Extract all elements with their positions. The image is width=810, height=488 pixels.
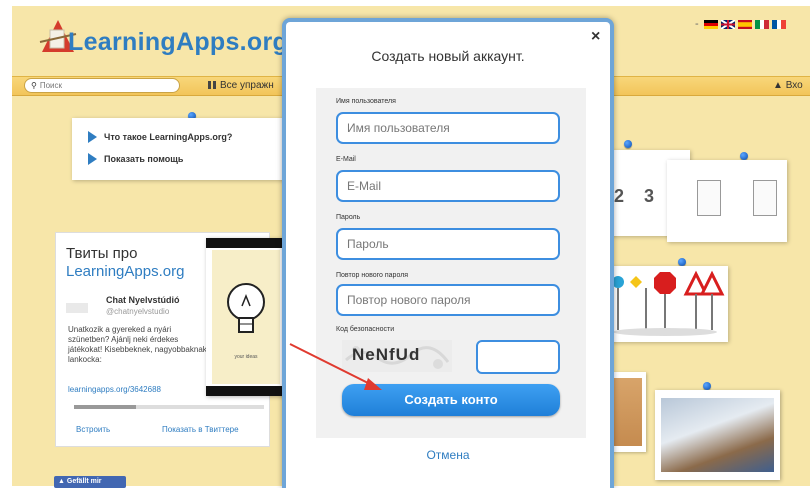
flag-uk-icon[interactable] <box>720 19 735 29</box>
document-icon <box>697 180 721 216</box>
facebook-like-label: Gefällt mir <box>66 478 102 485</box>
thumbs-up-icon: ▲ <box>58 478 65 485</box>
avatar[interactable] <box>66 303 88 313</box>
language-selector[interactable]: - <box>695 18 786 30</box>
nav-login-label: Вхо <box>785 80 803 91</box>
tweets-scrollbar[interactable] <box>74 405 264 409</box>
tweet-text: Unatkozik a gyereked a nyári szünetben? … <box>68 325 207 364</box>
email-label: E-Mail <box>336 156 356 163</box>
logo-text[interactable]: LearningApps.org <box>68 28 288 57</box>
captcha-label: Код безопасности <box>336 326 395 333</box>
play-icon <box>88 131 97 143</box>
show-on-twitter-link[interactable]: Показать в Твиттере <box>162 425 239 434</box>
tweet-author-handle[interactable]: @chatnyelvstudio <box>106 307 169 316</box>
nav-all-exercises-label: Все упражн <box>220 80 274 91</box>
username-label: Имя пользователя <box>336 98 396 105</box>
flag-fr-icon[interactable] <box>771 19 786 29</box>
password-label: Пароль <box>336 214 361 221</box>
close-button[interactable]: × <box>591 28 600 46</box>
app-card-documents[interactable] <box>667 160 787 242</box>
tweets-scrollbar-thumb[interactable] <box>74 405 136 409</box>
traffic-signs-icon <box>612 270 725 336</box>
red-arrow-icon <box>289 343 382 390</box>
tweet-link[interactable]: learningapps.org/3642688 <box>68 385 161 394</box>
pin-icon <box>740 152 748 160</box>
bulb-caption: your ideas <box>234 354 258 360</box>
password-repeat-field[interactable]: Повтор нового пароля <box>336 284 560 316</box>
info-note: Что такое LearningApps.org? Показать пом… <box>72 118 287 180</box>
pin-icon <box>703 382 711 390</box>
search-input[interactable]: ⚲ Поиск <box>24 78 180 93</box>
flag-es-icon[interactable] <box>737 19 752 29</box>
pin-icon <box>678 258 686 266</box>
create-account-dialog: × Создать новый аккаунт. Имя пользовател… <box>282 18 614 488</box>
tweets-title-link[interactable]: LearningApps.org <box>66 263 184 280</box>
tweets-title: Твиты про <box>66 245 138 262</box>
search-icon: ⚲ <box>31 81 37 90</box>
password-field[interactable]: Пароль <box>336 228 560 260</box>
card-number: 3 <box>644 186 655 206</box>
facebook-like-button[interactable]: ▲ Gefällt mir <box>54 476 126 488</box>
play-icon <box>88 153 97 165</box>
search-placeholder: Поиск <box>39 81 63 90</box>
password-repeat-label: Повтор нового пароля <box>336 272 409 279</box>
lightbulb-icon <box>227 283 265 333</box>
user-icon: ▲ <box>773 80 783 91</box>
nav-login[interactable]: ▲ Вхо <box>773 80 803 91</box>
cancel-link[interactable]: Отмена <box>286 448 610 462</box>
username-field[interactable]: Имя пользователя <box>336 112 560 144</box>
app-card-traffic-signs[interactable] <box>610 266 728 342</box>
help-link-what-is-label: Что такое LearningApps.org? <box>104 132 233 142</box>
email-field[interactable]: E-Mail <box>336 170 560 202</box>
card-number: 2 <box>614 186 625 206</box>
grid-icon <box>208 81 216 89</box>
embed-link[interactable]: Встроить <box>76 425 110 434</box>
flag-it-icon[interactable] <box>754 19 769 29</box>
winter-photo <box>661 398 774 472</box>
tweet-author-name[interactable]: Chat Nyelvstúdió <box>106 295 180 305</box>
nav-all-exercises[interactable]: Все упражн <box>208 80 274 91</box>
app-card-ideas[interactable]: your ideas <box>206 238 286 396</box>
captcha-input[interactable] <box>476 340 560 374</box>
app-card-winter-photo[interactable] <box>655 390 780 480</box>
dialog-title: Создать новый аккаунт. <box>371 48 525 64</box>
flag-de-icon[interactable] <box>703 19 718 29</box>
document-icon <box>753 180 777 216</box>
help-link-show-help-label: Показать помощь <box>104 154 184 164</box>
help-link-what-is[interactable]: Что такое LearningApps.org? <box>88 131 232 143</box>
help-link-show-help[interactable]: Показать помощь <box>88 153 183 165</box>
pin-icon <box>624 140 632 148</box>
